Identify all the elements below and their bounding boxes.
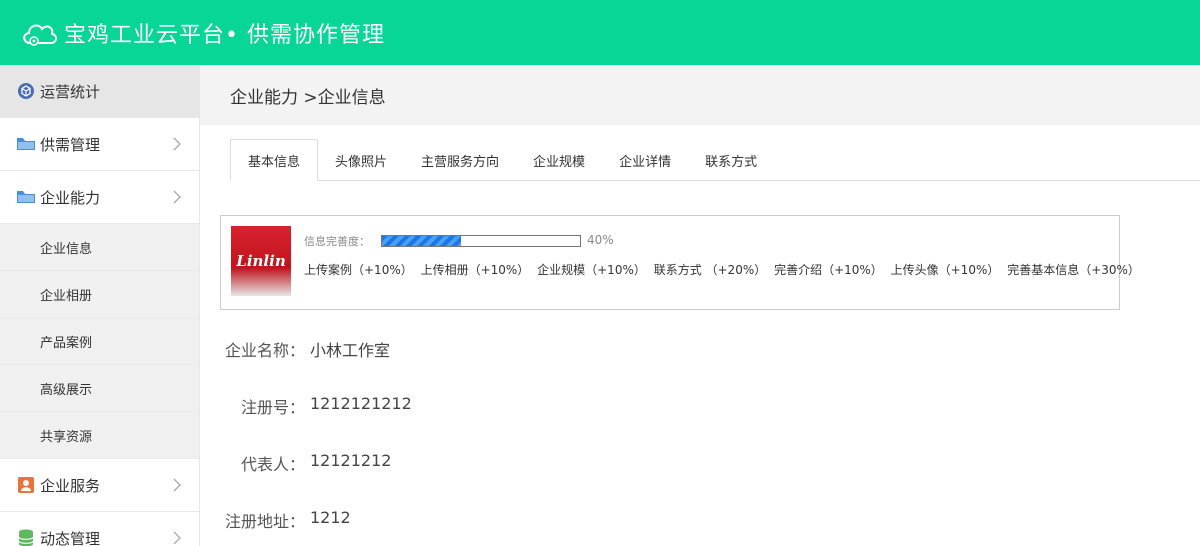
sidebar-item-label: 动态管理 bbox=[40, 529, 101, 546]
field-value: 小林工作室 bbox=[310, 341, 391, 360]
field-representative: 代表人： 12121212 bbox=[200, 451, 600, 475]
field-label: 企业名称： bbox=[224, 341, 305, 360]
sidebar-item-label: 供需管理 bbox=[40, 135, 101, 154]
sidebar-subitem-advanced[interactable]: 高级展示 bbox=[0, 365, 199, 412]
sidebar-item-news[interactable]: 动态管理 bbox=[0, 512, 199, 546]
sidebar-item-stats[interactable]: 运营统计 bbox=[0, 65, 199, 118]
tip-upload-cases[interactable]: 上传案例（+10%） bbox=[304, 263, 413, 277]
sidebar-item-service[interactable]: 企业服务 bbox=[0, 459, 199, 512]
sidebar-item-label: 企业服务 bbox=[40, 476, 101, 495]
tip-company-scale[interactable]: 企业规模（+10%） bbox=[537, 263, 646, 277]
user-card-icon bbox=[16, 475, 36, 495]
completeness-box: Linlin 信息完善度： 40% 上传案例（+10%） 上传相册（+10%） … bbox=[220, 215, 1140, 310]
sidebar-item-supply[interactable]: 供需管理 bbox=[0, 118, 199, 171]
completeness-percent: 40% bbox=[587, 233, 614, 247]
top-header: 宝鸡工业云平台• 供需协作管理 bbox=[0, 0, 1200, 65]
chevron-right-icon bbox=[173, 137, 181, 151]
field-registered-address: 注册地址： 1212 bbox=[200, 508, 600, 532]
field-label: 注册地址： bbox=[224, 512, 305, 531]
tip-contact[interactable]: 联系方式 （+20%） bbox=[654, 263, 767, 277]
tab-company-details[interactable]: 企业详情 bbox=[602, 139, 688, 181]
field-label: 注册号： bbox=[240, 398, 305, 417]
sidebar-item-label: 运营统计 bbox=[40, 82, 101, 101]
sidebar-subitem-album[interactable]: 企业相册 bbox=[0, 271, 199, 318]
database-icon bbox=[16, 528, 36, 546]
company-logo[interactable]: Linlin bbox=[231, 226, 291, 296]
cube-icon bbox=[16, 81, 36, 101]
logo-text: Linlin bbox=[236, 252, 286, 270]
progress-fill bbox=[382, 236, 462, 246]
tip-upload-avatar[interactable]: 上传头像（+10%） bbox=[891, 263, 1000, 277]
tip-basic-info[interactable]: 完善基本信息（+30%） bbox=[1007, 263, 1140, 277]
tab-basic-info[interactable]: 基本信息 bbox=[230, 139, 319, 181]
completeness-progress-bar bbox=[381, 235, 581, 247]
sidebar-subitem-shared[interactable]: 共享资源 bbox=[0, 412, 199, 459]
sidebar-item-capability[interactable]: 企业能力 bbox=[0, 171, 199, 224]
content-panel: 基本信息 头像照片 主营服务方向 企业规模 企业详情 联系方式 Linlin 信… bbox=[200, 125, 1200, 546]
field-value: 12121212 bbox=[310, 451, 392, 470]
sidebar-item-label: 企业能力 bbox=[40, 188, 101, 207]
field-label: 代表人： bbox=[240, 455, 305, 474]
chevron-right-icon bbox=[173, 531, 181, 545]
completeness-tips: 上传案例（+10%） 上传相册（+10%） 企业规模（+10%） 联系方式 （+… bbox=[304, 261, 1144, 278]
folder-icon bbox=[16, 134, 36, 154]
field-value: 1212121212 bbox=[310, 394, 412, 413]
breadcrumb: 企业能力 >企业信息 bbox=[200, 65, 1200, 125]
chevron-right-icon bbox=[173, 478, 181, 492]
breadcrumb-text: 企业能力 >企业信息 bbox=[230, 87, 386, 108]
tab-company-scale[interactable]: 企业规模 bbox=[516, 139, 602, 181]
cloud-logo-icon bbox=[23, 24, 57, 46]
app-title: 宝鸡工业云平台• 供需协作管理 bbox=[64, 22, 385, 48]
field-value: 1212 bbox=[310, 508, 351, 527]
folder-icon bbox=[16, 187, 36, 207]
sidebar-subitem-cases[interactable]: 产品案例 bbox=[0, 318, 199, 365]
sidebar: 运营统计 供需管理 企业能力 企业信息 企业相册 产品案例 高级展示 共享资源 … bbox=[0, 65, 200, 546]
tip-intro[interactable]: 完善介绍（+10%） bbox=[774, 263, 883, 277]
tip-upload-album[interactable]: 上传相册（+10%） bbox=[421, 263, 530, 277]
completeness-label: 信息完善度： bbox=[304, 235, 370, 248]
sidebar-subitem-company-info[interactable]: 企业信息 bbox=[0, 224, 199, 271]
field-company-name: 企业名称： 小林工作室 bbox=[200, 337, 600, 361]
tab-avatar-photo[interactable]: 头像照片 bbox=[318, 139, 404, 181]
chevron-right-icon bbox=[173, 190, 181, 204]
main-area: 企业能力 >企业信息 基本信息 头像照片 主营服务方向 企业规模 企业详情 联系… bbox=[200, 65, 1200, 546]
field-registration-no: 注册号： 1212121212 bbox=[200, 394, 600, 418]
tab-contact[interactable]: 联系方式 bbox=[688, 139, 774, 181]
tab-main-service[interactable]: 主营服务方向 bbox=[404, 139, 516, 181]
tab-bar: 基本信息 头像照片 主营服务方向 企业规模 企业详情 联系方式 bbox=[230, 139, 1200, 181]
